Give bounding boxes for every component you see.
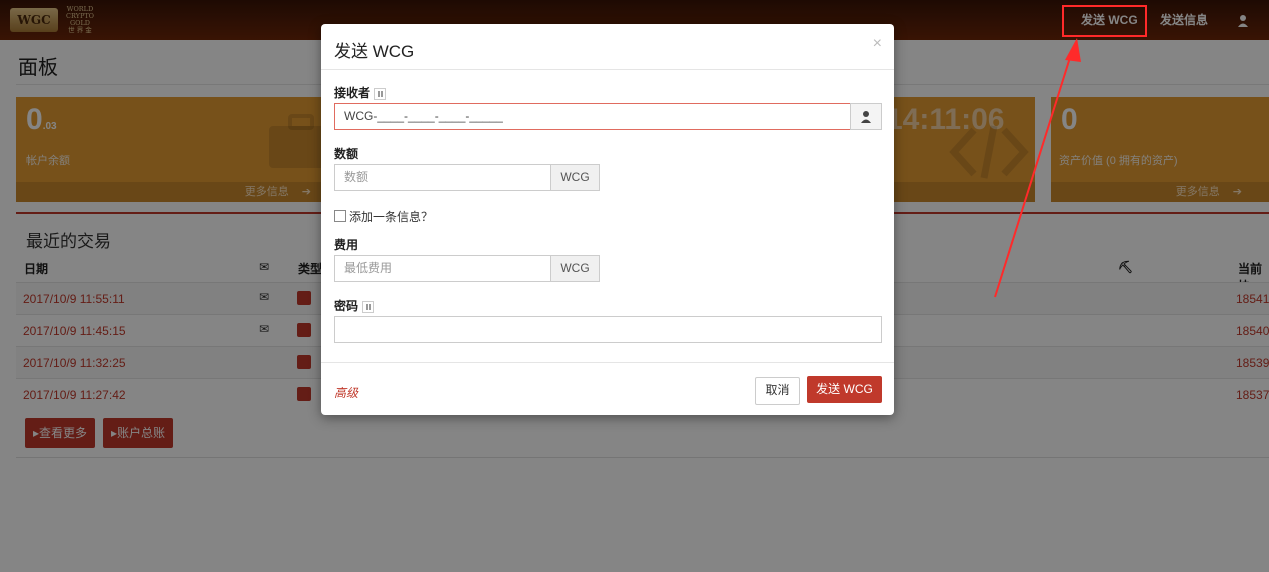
annotation-arrow [994, 38, 1081, 298]
